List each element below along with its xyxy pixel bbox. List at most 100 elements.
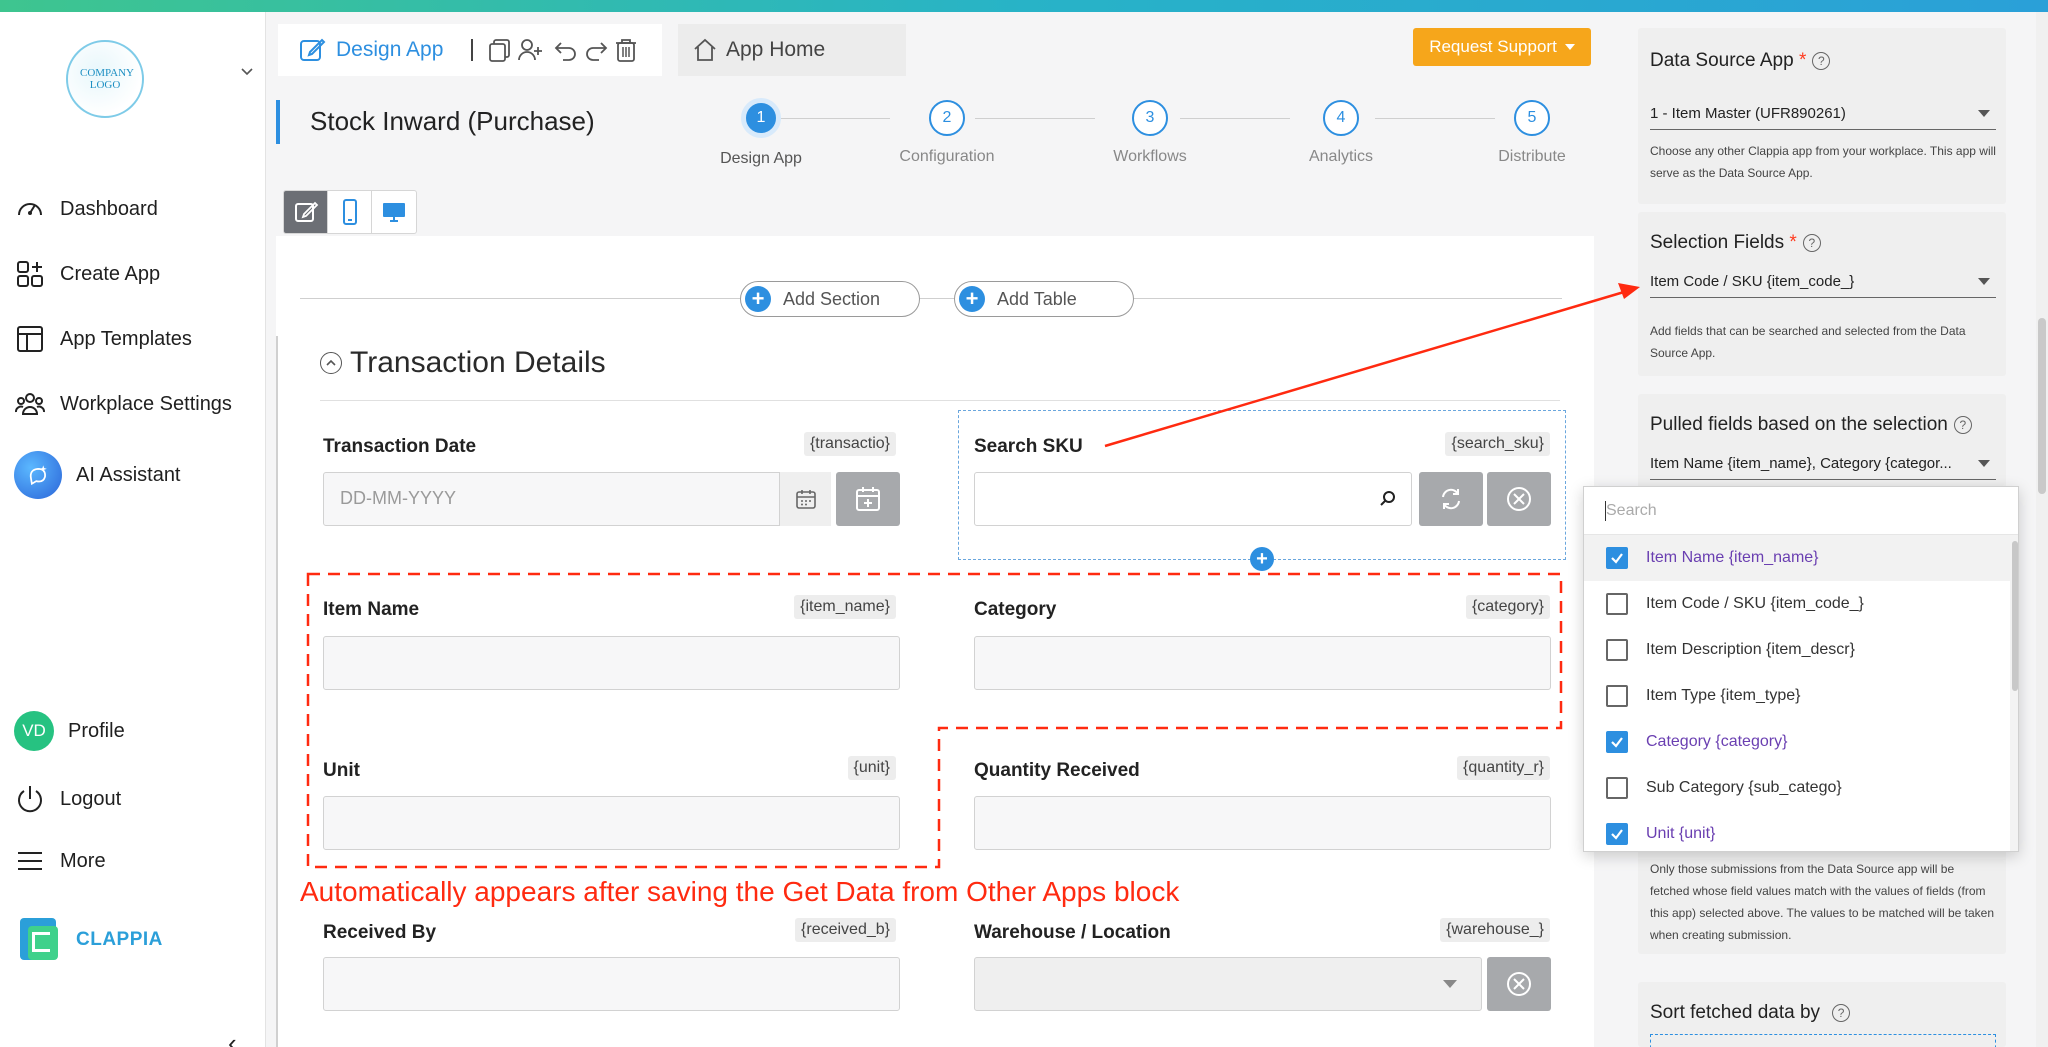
add-table-button[interactable]: + Add Table [954, 281, 1134, 317]
desktop-view-button[interactable] [372, 191, 416, 233]
dropdown-scrollbar-thumb[interactable] [2012, 541, 2018, 691]
help-icon[interactable]: ? [1812, 51, 1831, 70]
checkbox-checked-icon[interactable] [1606, 823, 1628, 845]
nav-workplace-settings[interactable]: Workplace Settings [14, 387, 232, 421]
dropdown-option[interactable]: Item Description {item_descr} [1584, 627, 2014, 673]
field-label-category: Category [974, 599, 1057, 620]
power-icon [18, 786, 42, 813]
step-configuration[interactable]: 2 Configuration [887, 100, 1007, 166]
step-number: 3 [1132, 100, 1168, 136]
item-name-input[interactable] [323, 636, 900, 690]
dropdown-option[interactable]: Sub Category {sub_catego} [1584, 765, 2014, 811]
nav-label: More [60, 849, 106, 872]
design-toolbar: Design App [278, 24, 662, 76]
help-icon[interactable]: ? [1832, 1003, 1851, 1022]
variable-tag: {received_b} [795, 918, 896, 942]
refresh-button[interactable] [1419, 472, 1483, 526]
add-field-plus-icon[interactable]: + [1250, 547, 1274, 571]
avatar: VD [14, 711, 54, 751]
selection-fields-card: Selection Fields *? Item Code / SKU {ite… [1638, 212, 2006, 376]
field-label-item-name: Item Name [323, 599, 420, 620]
dropdown-option[interactable]: Item Code / SKU {item_code_} [1584, 581, 2014, 627]
checkbox-checked-icon[interactable] [1606, 731, 1628, 753]
edit-view-button[interactable] [284, 191, 328, 233]
dropdown-option[interactable]: Category {category} [1584, 719, 2014, 765]
redo-icon[interactable] [583, 37, 609, 63]
caret-down-icon [1978, 278, 1990, 285]
nav-app-templates[interactable]: App Templates [14, 322, 192, 356]
variable-tag: {category} [1465, 595, 1550, 619]
pulled-fields-title-text: Pulled fields based on the selection [1650, 414, 1948, 435]
nav-label: Create App [60, 262, 161, 285]
checkbox-icon[interactable] [1606, 685, 1628, 707]
checkbox-checked-icon[interactable] [1606, 547, 1628, 569]
nav-ai-assistant[interactable]: AI Assistant [14, 451, 181, 499]
dropdown-option[interactable]: Unit {unit} [1584, 811, 2014, 851]
search-sku-input[interactable] [974, 472, 1412, 526]
section-header[interactable]: Transaction Details [320, 346, 606, 380]
ai-sparkle-icon [14, 451, 62, 499]
dropdown-search-input[interactable]: Search [1584, 487, 2018, 535]
help-icon[interactable]: ? [1953, 415, 1972, 434]
checkbox-icon[interactable] [1606, 593, 1628, 615]
chevron-up-icon[interactable] [320, 352, 342, 374]
annotation-note: Automatically appears after saving the G… [300, 876, 1180, 907]
mobile-view-button[interactable] [328, 191, 372, 233]
company-logo[interactable]: COMPANY LOGO [66, 40, 144, 118]
dropdown-option[interactable]: Item Type {item_type} [1584, 673, 2014, 719]
step-design-app[interactable]: 1 Design App [701, 98, 821, 168]
dropdown-option[interactable]: Item Name {item_name} [1584, 535, 2014, 581]
variable-tag: {unit} [847, 756, 896, 780]
clear-button[interactable] [1487, 472, 1551, 526]
help-icon[interactable]: ? [1802, 233, 1821, 252]
undo-icon[interactable] [553, 37, 579, 63]
warehouse-select[interactable] [974, 957, 1482, 1011]
toolbar-divider [471, 39, 474, 61]
caret-down-icon [1978, 110, 1990, 117]
nav-profile[interactable]: VD Profile [14, 711, 125, 751]
plus-icon: + [745, 286, 771, 312]
close-circle-icon [1507, 972, 1531, 996]
edit-icon [300, 38, 326, 61]
step-number: 5 [1514, 100, 1550, 136]
copy-icon[interactable] [487, 37, 513, 63]
option-label: Item Description {item_descr} [1646, 641, 1855, 658]
request-support-button[interactable]: Request Support [1413, 28, 1591, 66]
calendar-icon[interactable] [779, 472, 831, 526]
pulled-fields-select[interactable]: Item Name {item_name}, Category {categor… [1650, 448, 1996, 480]
transaction-date-input[interactable]: DD-MM-YYYY [323, 472, 831, 526]
step-workflows[interactable]: 3 Workflows [1090, 100, 1210, 166]
add-user-icon[interactable] [517, 37, 543, 63]
nav-create-app[interactable]: Create App [14, 257, 160, 291]
step-distribute[interactable]: 5 Distribute [1472, 100, 1592, 166]
quantity-received-input[interactable] [974, 796, 1551, 850]
panel-scrollbar[interactable] [2036, 12, 2048, 1047]
sort-select[interactable] [1650, 1034, 1996, 1047]
date-picker-button[interactable] [836, 472, 900, 526]
chevron-down-icon[interactable] [240, 64, 254, 78]
collapse-sidebar-icon[interactable]: ‹ [228, 1028, 237, 1047]
category-input[interactable] [974, 636, 1551, 690]
clear-warehouse-button[interactable] [1487, 957, 1551, 1011]
close-circle-icon [1507, 487, 1531, 511]
trash-icon[interactable] [613, 37, 639, 63]
step-analytics[interactable]: 4 Analytics [1281, 100, 1401, 166]
pulled-fields-title: Pulled fields based on the selection? [1650, 414, 1972, 436]
variable-tag: {quantity_r} [1457, 756, 1550, 780]
received-by-input[interactable] [323, 957, 900, 1011]
step-progress: 1 Design App 2 Configuration 3 Workflows… [700, 98, 1580, 170]
nav-logout[interactable]: Logout [14, 782, 121, 816]
selection-fields-select[interactable]: Item Code / SKU {item_code_} [1650, 266, 1996, 298]
checkbox-icon[interactable] [1606, 639, 1628, 661]
selection-fields-title-text: Selection Fields [1650, 232, 1785, 253]
nav-dashboard[interactable]: Dashboard [14, 192, 158, 226]
checkbox-icon[interactable] [1606, 777, 1628, 799]
data-source-select[interactable]: 1 - Item Master (UFR890261) [1650, 98, 1996, 130]
panel-scrollbar-thumb[interactable] [2038, 318, 2046, 494]
unit-input[interactable] [323, 796, 900, 850]
add-section-button[interactable]: + Add Section [740, 281, 920, 317]
app-home-tab[interactable]: App Home [678, 24, 906, 76]
mobile-icon [342, 199, 357, 225]
design-app-tab[interactable]: Design App [336, 38, 443, 62]
nav-more[interactable]: More [14, 844, 106, 878]
